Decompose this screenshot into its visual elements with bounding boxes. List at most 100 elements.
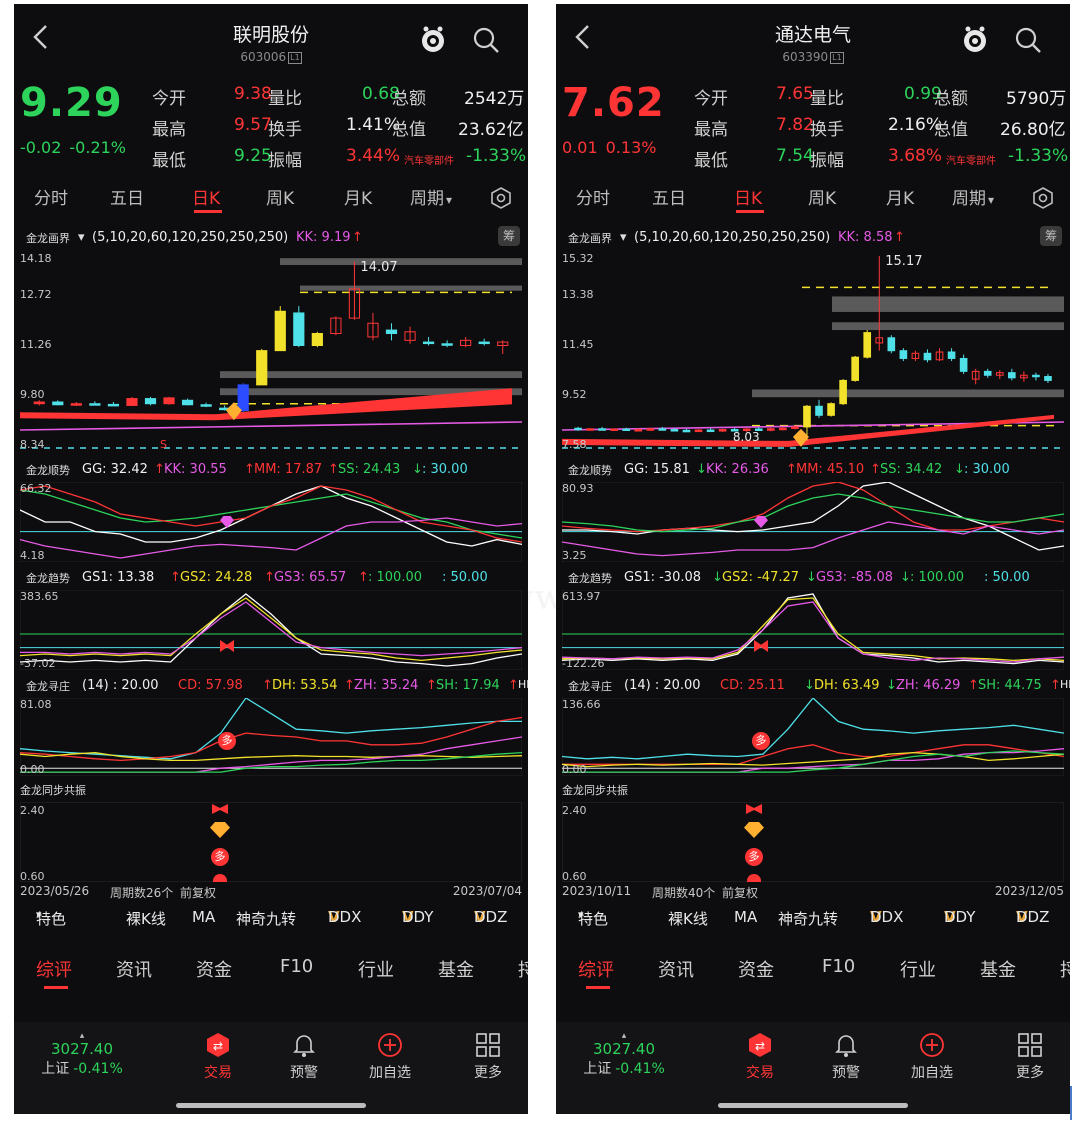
- tab-2[interactable]: 日K: [192, 184, 220, 209]
- quote-low-label: 最低: [152, 151, 186, 171]
- sub2-plot[interactable]: [561, 589, 1065, 671]
- main-axis-label: 7.58: [562, 438, 587, 451]
- indicator-value: 金龙趋势: [568, 572, 612, 585]
- robot-button[interactable]: [418, 24, 448, 54]
- tab-5[interactable]: 周期 ▾: [410, 184, 452, 209]
- alert-button[interactable]: 预警: [818, 1032, 874, 1082]
- caret-down-icon: ▾: [620, 230, 627, 245]
- main-indicator-name[interactable]: 金龙画界: [26, 230, 70, 246]
- quote-turnover-label: 换手: [268, 120, 302, 140]
- candle-body: [200, 404, 212, 407]
- chart-settings-button[interactable]: [1032, 187, 1054, 209]
- nav-label: 预警: [832, 1065, 860, 1081]
- quote-amplitude-label: 振幅: [268, 151, 302, 171]
- tab-0[interactable]: 分时: [34, 184, 68, 209]
- sub2-plot[interactable]: [19, 589, 523, 671]
- trade-button[interactable]: ⇄ 交易: [190, 1032, 246, 1082]
- robot-button[interactable]: [960, 24, 990, 54]
- main-chart[interactable]: [561, 252, 1065, 452]
- more-button[interactable]: 更多: [460, 1032, 516, 1082]
- main-indicator-name[interactable]: 金龙画界: [568, 230, 612, 246]
- candle-body: [887, 337, 896, 352]
- search-button[interactable]: [472, 26, 500, 54]
- nav-label: 交易: [746, 1065, 774, 1081]
- sub4-plot[interactable]: [20, 802, 522, 882]
- add-circle-icon: [378, 1033, 402, 1057]
- info-tab-2[interactable]: 资金: [738, 956, 774, 982]
- trade-button[interactable]: ⇄ 交易: [732, 1032, 788, 1082]
- info-tab-0[interactable]: 综评: [36, 956, 72, 982]
- tab-label: 分时: [576, 189, 610, 209]
- tab-1[interactable]: 五日: [110, 184, 144, 209]
- indicator-line: [561, 481, 1065, 533]
- robot-icon: [964, 26, 986, 52]
- more-button[interactable]: 更多: [1002, 1032, 1058, 1082]
- phone-screen-1: 通达电气 603390 L1 7.62 0.01 0.13% 今开 7.65 量比 0.99 总额 5…: [556, 4, 1070, 1114]
- indicator-value: SH: 44.75: [978, 678, 1042, 693]
- indicator-value: : 100.00: [910, 570, 964, 585]
- tab-3[interactable]: 周K: [266, 184, 294, 209]
- indicator-option-label: 神奇九转: [236, 910, 297, 928]
- candle-body: [33, 401, 45, 405]
- change-value: 0.01: [562, 138, 598, 157]
- chart-settings-button[interactable]: [490, 187, 512, 209]
- info-tab-1[interactable]: 资讯: [116, 956, 152, 982]
- index-quote[interactable]: ▴ 3027.40 上证 -0.41%: [578, 1032, 670, 1078]
- indicator-value: GS3: 65.57: [274, 570, 347, 585]
- candle-body: [670, 429, 679, 432]
- sub3-plot[interactable]: [561, 697, 1065, 777]
- tab-2[interactable]: 日K: [734, 184, 762, 209]
- info-tab-2[interactable]: 资金: [196, 956, 232, 982]
- sub4-header: 金龙同步共振: [20, 784, 86, 797]
- caret-down-icon: ▾: [578, 908, 584, 921]
- quote-row-2: 最低 9.25 振幅 3.44% 汽车零部件 -1.33%: [152, 146, 526, 172]
- candle-body: [622, 428, 631, 432]
- tab-4[interactable]: 月K: [886, 184, 914, 209]
- info-tab-6[interactable]: 捋: [518, 956, 528, 982]
- info-tab-1[interactable]: 资讯: [658, 956, 694, 982]
- chart-tabs: 分时 五日 日K 周K 月K 周期 ▾: [14, 184, 528, 220]
- chip-distribution-button[interactable]: 筹: [1040, 226, 1062, 246]
- info-tab-6[interactable]: 捋: [1060, 956, 1070, 982]
- indicator-value: GS3: -85.08: [816, 570, 894, 585]
- sub1-plot[interactable]: [561, 481, 1065, 563]
- arrow-up-icon: ↑: [352, 230, 363, 245]
- tab-1[interactable]: 五日: [652, 184, 686, 209]
- tab-5[interactable]: 周期 ▾: [952, 184, 994, 209]
- info-tab-3[interactable]: F10: [822, 956, 855, 977]
- tab-4[interactable]: 月K: [344, 184, 372, 209]
- sub1-plot[interactable]: [19, 481, 523, 563]
- quote-amount-label: 总额: [934, 89, 968, 109]
- search-button[interactable]: [1014, 26, 1042, 54]
- hexagon-gear-icon: [1033, 187, 1053, 209]
- info-tab-4[interactable]: 行业: [900, 956, 936, 982]
- candle-body: [89, 403, 101, 406]
- main-chart[interactable]: [19, 252, 523, 452]
- index-quote[interactable]: ▴ 3027.40 上证 -0.41%: [36, 1032, 128, 1078]
- tab-3[interactable]: 周K: [808, 184, 836, 209]
- tab-0[interactable]: 分时: [576, 184, 610, 209]
- sub3-plot[interactable]: [19, 697, 523, 777]
- indicator-option-label: DDX: [870, 908, 904, 926]
- watch-button[interactable]: 加自选: [904, 1032, 960, 1082]
- arrow-up-icon: ↑: [894, 230, 905, 245]
- info-tab-5[interactable]: 基金: [438, 956, 474, 982]
- candle-body: [791, 426, 799, 429]
- home-indicator: [718, 1103, 908, 1108]
- indicator-value: MM: 45.10: [796, 462, 865, 477]
- alert-button[interactable]: 预警: [276, 1032, 332, 1082]
- info-tab-0[interactable]: 综评: [578, 956, 614, 982]
- chip-distribution-button[interactable]: 筹: [498, 226, 520, 246]
- info-tab-3[interactable]: F10: [280, 956, 313, 977]
- nav-label: 更多: [1016, 1065, 1044, 1081]
- watch-button[interactable]: 加自选: [362, 1032, 418, 1082]
- nav-icon-wrap: ⇄: [190, 1032, 246, 1062]
- info-tab-5[interactable]: 基金: [980, 956, 1016, 982]
- grid-more-icon: [476, 1033, 500, 1057]
- sub4-plot[interactable]: [562, 802, 1064, 882]
- tab-label: 周K: [808, 189, 837, 209]
- quote-mcap-label: 总值: [934, 120, 968, 140]
- indicator-line: [19, 593, 523, 667]
- hexagon-gear-icon: [491, 187, 511, 209]
- info-tab-4[interactable]: 行业: [358, 956, 394, 982]
